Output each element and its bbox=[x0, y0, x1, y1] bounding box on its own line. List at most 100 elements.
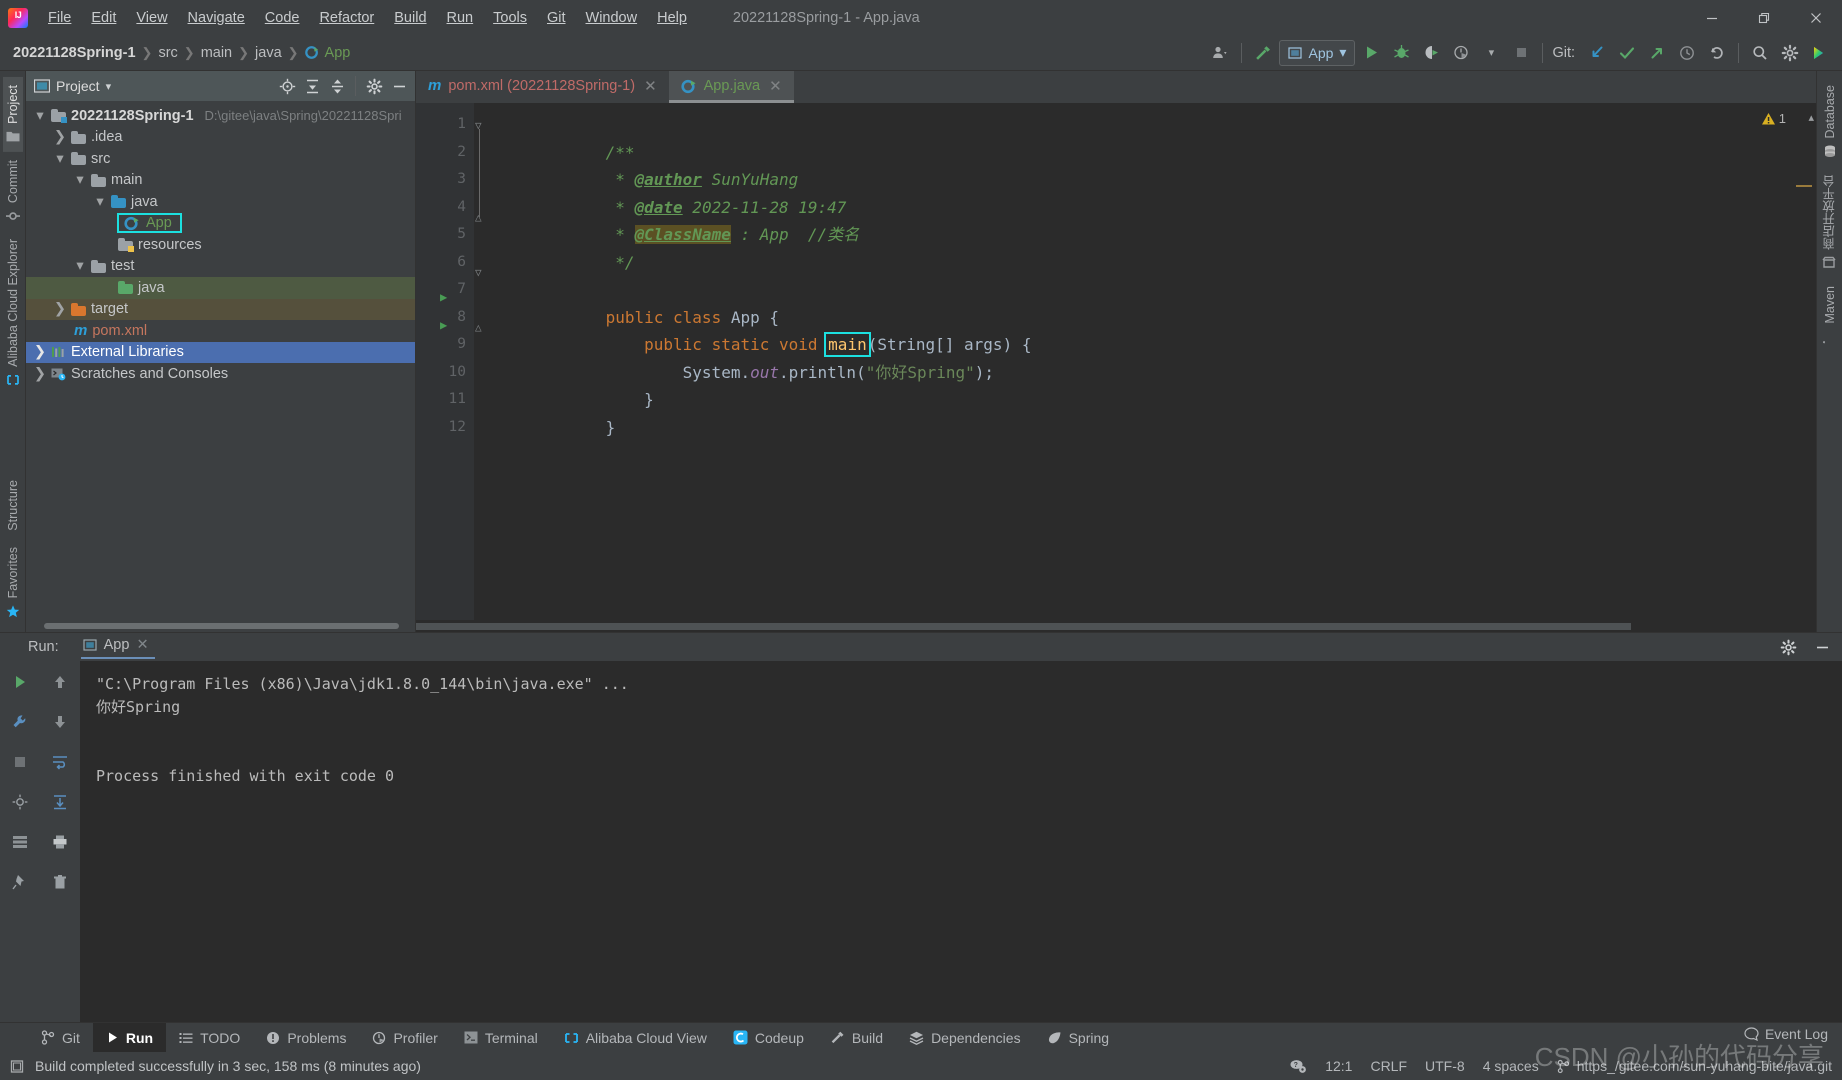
run-configuration-selector[interactable]: App ▾ bbox=[1279, 39, 1356, 66]
inspections-icon[interactable]: ? bbox=[1289, 1058, 1307, 1074]
close-icon[interactable]: ✕ bbox=[644, 77, 657, 95]
locate-icon[interactable] bbox=[275, 74, 299, 98]
hide-icon[interactable] bbox=[387, 74, 411, 98]
tree-node-test[interactable]: ▾ test bbox=[26, 256, 415, 278]
editor-markup-bar[interactable]: 1 ▴ ▾ bbox=[1758, 103, 1828, 620]
chevron-down-icon[interactable]: ▾ bbox=[74, 172, 86, 188]
tree-node-main[interactable]: ▾ main bbox=[26, 170, 415, 192]
menu-git[interactable]: Git bbox=[537, 6, 576, 30]
down-icon[interactable] bbox=[47, 709, 73, 735]
sidebar-item-structure[interactable]: Structure bbox=[3, 472, 23, 539]
vcs-branch-widget[interactable]: https_/gitee.com/sun-yuhang-bite/java.gi… bbox=[1557, 1058, 1832, 1074]
tree-node-idea[interactable]: ❯ .idea bbox=[26, 127, 415, 149]
rollback-icon[interactable] bbox=[1703, 39, 1731, 67]
markup-stripe[interactable] bbox=[1796, 185, 1812, 187]
account-icon[interactable] bbox=[1206, 39, 1234, 67]
fold-collapse-icon[interactable]: ▽ bbox=[475, 266, 482, 279]
tree-node-target[interactable]: ❯ target bbox=[26, 298, 415, 320]
tool-window-build[interactable]: Build bbox=[817, 1023, 896, 1052]
tool-window-todo[interactable]: TODO bbox=[166, 1023, 253, 1052]
soft-wrap-icon[interactable] bbox=[47, 749, 73, 775]
editor-gutter[interactable]: 1 2 3 4 5 6 ▶ 7 ▶ 8 9 10 11 12 bbox=[416, 103, 474, 620]
hide-icon[interactable] bbox=[1810, 635, 1834, 659]
debug-icon[interactable] bbox=[1387, 39, 1415, 67]
tree-node-main-java[interactable]: ▾ java bbox=[26, 191, 415, 213]
menu-window[interactable]: Window bbox=[576, 6, 648, 30]
menu-refactor[interactable]: Refactor bbox=[309, 6, 384, 30]
run-coverage-icon[interactable] bbox=[1417, 39, 1445, 67]
structure-icon[interactable] bbox=[7, 829, 33, 855]
line-separator[interactable]: CRLF bbox=[1370, 1058, 1407, 1074]
warning-count-indicator[interactable]: 1 bbox=[1761, 111, 1786, 126]
tree-node-pom-xml[interactable]: m pom.xml bbox=[26, 320, 415, 342]
build-status-icon[interactable] bbox=[10, 1059, 25, 1074]
editor-horizontal-scrollbar[interactable] bbox=[416, 620, 1816, 632]
menu-file[interactable]: File bbox=[38, 6, 81, 30]
sidebar-item-commit[interactable]: Commit bbox=[3, 152, 23, 231]
tree-node-app-class[interactable]: App bbox=[26, 213, 415, 235]
menu-help[interactable]: Help bbox=[647, 6, 697, 30]
tool-window-terminal[interactable]: Terminal bbox=[451, 1023, 551, 1052]
search-icon[interactable] bbox=[1746, 39, 1774, 67]
event-log-widget[interactable]: Event Log bbox=[1744, 1026, 1828, 1042]
tool-window-git[interactable]: Git bbox=[28, 1023, 93, 1052]
chevron-down-icon[interactable]: ▾ bbox=[74, 258, 86, 274]
up-icon[interactable] bbox=[47, 669, 73, 695]
maximize-icon[interactable] bbox=[1738, 0, 1790, 35]
code-text[interactable]: ▽ △ ▽ △ /** * @author SunYuHang * @date … bbox=[474, 103, 1758, 620]
indent-setting[interactable]: 4 spaces bbox=[1483, 1058, 1539, 1074]
menu-run[interactable]: Run bbox=[437, 6, 484, 30]
settings-gear-icon[interactable] bbox=[1776, 39, 1804, 67]
project-tree[interactable]: ▾ 20221128Spring-1 D:\gitee\java\Spring\… bbox=[26, 101, 415, 622]
trash-icon[interactable] bbox=[47, 869, 73, 895]
build-hammer-icon[interactable] bbox=[1249, 39, 1277, 67]
menu-code[interactable]: Code bbox=[255, 6, 310, 30]
chevron-down-icon[interactable]: ▾ bbox=[94, 194, 106, 210]
tool-window-problems[interactable]: Problems bbox=[253, 1023, 359, 1052]
tool-window-spring[interactable]: Spring bbox=[1034, 1023, 1122, 1052]
chevron-down-icon[interactable]: ▾ bbox=[106, 80, 112, 93]
wrench-icon[interactable] bbox=[7, 709, 33, 735]
tree-node-src[interactable]: ▾ src bbox=[26, 148, 415, 170]
tree-node-resources[interactable]: resources bbox=[26, 234, 415, 256]
pin-icon[interactable] bbox=[7, 869, 33, 895]
ide-features-icon[interactable] bbox=[1806, 39, 1834, 67]
fold-region-markers[interactable]: ▽ △ ▽ △ bbox=[474, 111, 488, 421]
fold-expand-icon[interactable]: △ bbox=[475, 321, 482, 334]
sidebar-item-favorites[interactable]: Favorites bbox=[3, 539, 23, 626]
tree-node-project-root[interactable]: ▾ 20221128Spring-1 D:\gitee\java\Spring\… bbox=[26, 105, 415, 127]
tree-node-test-java[interactable]: java bbox=[26, 277, 415, 299]
sidebar-item-maven[interactable]: m Maven bbox=[1820, 278, 1840, 352]
history-icon[interactable] bbox=[1673, 39, 1701, 67]
chevron-right-icon[interactable]: ❯ bbox=[54, 301, 66, 317]
stop-icon[interactable] bbox=[1507, 39, 1535, 67]
breadcrumb-main[interactable]: main bbox=[196, 43, 237, 63]
console-output[interactable]: "C:\Program Files (x86)\Java\jdk1.8.0_14… bbox=[80, 661, 1842, 1022]
file-encoding[interactable]: UTF-8 bbox=[1425, 1058, 1465, 1074]
breadcrumb-app[interactable]: App bbox=[300, 43, 356, 63]
tool-window-profiler[interactable]: Profiler bbox=[359, 1023, 450, 1052]
chevron-down-icon[interactable]: ▾ bbox=[1477, 39, 1505, 67]
scroll-to-end-icon[interactable] bbox=[47, 789, 73, 815]
collapse-all-icon[interactable] bbox=[325, 74, 349, 98]
menu-tools[interactable]: Tools bbox=[483, 6, 537, 30]
close-icon[interactable]: ✕ bbox=[769, 77, 782, 95]
commit-check-icon[interactable] bbox=[1613, 39, 1641, 67]
update-project-icon[interactable] bbox=[1583, 39, 1611, 67]
sidebar-item-project[interactable]: Project bbox=[2, 77, 23, 152]
breadcrumb-src[interactable]: src bbox=[153, 43, 182, 63]
close-icon[interactable]: ✕ bbox=[136, 637, 148, 653]
settings-gear-icon[interactable] bbox=[1776, 635, 1800, 659]
tree-node-external-libraries[interactable]: ❯ External Libraries bbox=[26, 341, 415, 363]
settings-gear-icon[interactable] bbox=[362, 74, 386, 98]
project-panel-horizontal-scrollbar[interactable] bbox=[26, 622, 415, 630]
menu-navigate[interactable]: Navigate bbox=[178, 6, 255, 30]
breadcrumb-java[interactable]: java bbox=[250, 43, 287, 63]
tool-window-dependencies[interactable]: Dependencies bbox=[896, 1023, 1034, 1052]
chevron-down-icon[interactable]: ▾ bbox=[34, 108, 46, 124]
chevron-up-icon[interactable]: ▴ bbox=[1808, 111, 1814, 124]
push-icon[interactable] bbox=[1643, 39, 1671, 67]
fold-expand-icon[interactable]: △ bbox=[475, 211, 482, 224]
minimize-icon[interactable] bbox=[1686, 0, 1738, 35]
menu-view[interactable]: View bbox=[126, 6, 177, 30]
